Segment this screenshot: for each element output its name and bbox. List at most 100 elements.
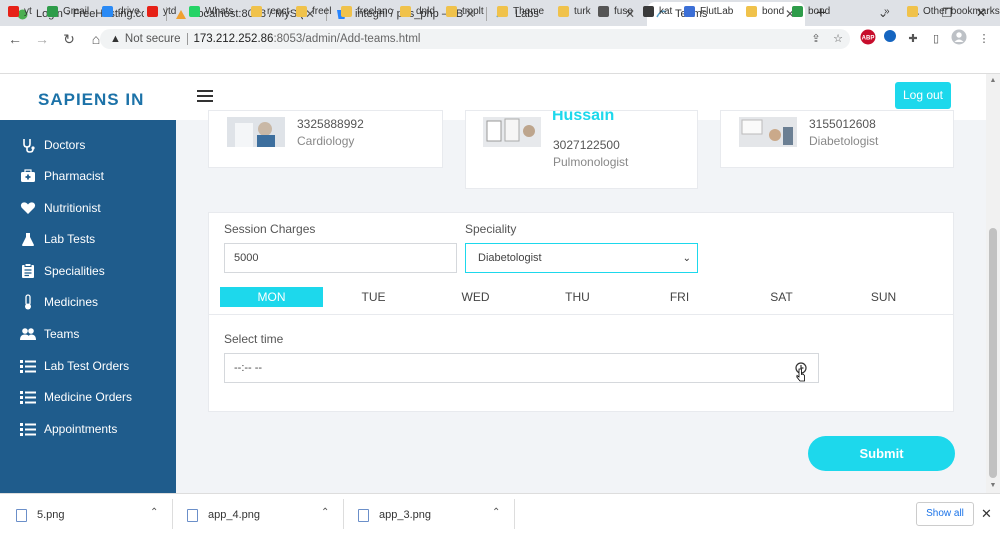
stethoscope-icon [20,137,36,153]
bookmark-freel[interactable]: freel [296,4,331,18]
bookmark-label: freel [312,5,332,17]
sidebar-item-medicines[interactable]: Medicines [20,292,98,312]
day-tab-thu[interactable]: THU [526,287,629,307]
medkit-icon [20,168,36,184]
submit-button[interactable]: Submit [808,436,955,471]
back-icon[interactable]: ← [3,27,27,51]
browser-menu-icon[interactable]: ⋮ [974,29,994,49]
logout-button[interactable]: Log out [895,82,951,109]
day-tab-wed[interactable]: WED [424,287,527,307]
bookmark-label: react [267,5,290,17]
sidebar-item-label: Nutritionist [44,201,101,215]
time-input-value: --:-- -- [234,362,263,374]
reload-icon[interactable]: ↻ [57,27,81,51]
bookmark-flutlab[interactable]: FlutLab [684,4,733,18]
bookmark-favicon-icon [558,5,569,17]
sidebar-item-specialities[interactable]: Specialities [20,261,105,281]
sidebar-item-pharmacist[interactable]: Pharmacist [20,166,104,186]
sidebar-item-label: Lab Tests [44,232,96,246]
bookmark-fuse[interactable]: fuse [598,4,633,18]
bookmark-favicon-icon [47,5,58,17]
doctor-photo [483,117,541,147]
bookmark-label: dnld [416,5,435,17]
bookmark-favicon-icon [296,5,307,17]
chevron-up-icon[interactable]: ⌃ [492,507,500,518]
bookmark-turk[interactable]: turk [558,4,591,18]
doctor-photo [227,117,285,147]
app-logo[interactable]: SAPIENS IN [38,90,144,110]
bookmark-favicon-icon [251,5,262,17]
clipboard-icon [20,263,36,279]
sidebar-item-appointments[interactable]: Appointments [20,419,117,439]
bookmark-bond[interactable]: bond [746,4,784,18]
url-path: :8053/admin/Add-teams.html [273,33,421,45]
bookmark-label: Gmail [63,5,90,17]
scrollbar-thumb[interactable] [989,228,997,478]
bookmark-bond[interactable]: bond [792,4,830,18]
bookmark-favicon-icon [446,5,457,17]
chevron-down-icon[interactable]: ⌄ [868,3,898,23]
bookmark-ytd[interactable]: ytd [147,4,176,18]
sidebar-item-teams[interactable]: Teams [20,324,79,344]
time-input[interactable]: --:-- -- [224,353,819,383]
download-item[interactable]: app_3.png [358,507,431,523]
forward-icon[interactable]: → [30,27,54,51]
session-charges-input[interactable]: 5000 [224,243,457,273]
download-filename: app_4.png [208,509,260,521]
bookmark-label: bond [808,5,831,17]
close-download-bar-icon[interactable]: ✕ [981,506,992,522]
chevron-up-icon[interactable]: ⌃ [321,507,329,518]
extension-circle-icon[interactable] [880,29,900,49]
bookmark-whats[interactable]: Whats [189,4,233,18]
day-tab-fri[interactable]: FRI [628,287,731,307]
days-divider [208,314,954,315]
flask-icon [20,231,36,247]
speciality-select[interactable]: Diabetologist ⌄ [465,243,698,273]
show-all-button[interactable]: Show all [916,502,974,526]
bookmark-label: Whats [205,5,234,17]
other-bookmarks[interactable]: Other bookmarks [907,4,1000,18]
bookmark-react[interactable]: react [251,4,289,18]
extensions-puzzle-icon[interactable]: ✚ [903,29,923,49]
bookmark-theme[interactable]: Theme [497,4,544,18]
day-tab-sun[interactable]: SUN [832,287,935,307]
sidebar-item-nutritionist[interactable]: Nutritionist [20,198,101,218]
side-panel-icon[interactable]: ▯ [926,29,946,49]
day-tab-sat[interactable]: SAT [730,287,833,307]
download-item[interactable]: 5.png [16,507,65,523]
sidebar-item-label: Medicine Orders [44,390,133,404]
scroll-up-arrow-icon[interactable]: ▲ [988,77,998,84]
sidebar-item-doctors[interactable]: Doctors [20,135,85,155]
doctor-photo [739,117,797,147]
star-icon[interactable]: ☆ [828,29,848,49]
bookmark-freelanc[interactable]: freelanc [341,4,393,18]
bookmarks-overflow-icon[interactable]: » [884,4,890,18]
bookmark-kat[interactable]: kat [643,4,672,18]
bookmark-drive[interactable]: drive [102,4,140,18]
bookmark-gmail[interactable]: Gmail [47,4,89,18]
profile-avatar-icon[interactable] [949,29,969,49]
bookmark-dnld[interactable]: dnld [400,4,435,18]
bookmark-favicon-icon [147,5,158,17]
speciality-label: Speciality [465,222,517,236]
address-divider [186,33,188,45]
scroll-down-arrow-icon[interactable]: ▼ [988,482,998,489]
day-tab-tue[interactable]: TUE [322,287,425,307]
bookmark-yt[interactable]: yt [8,4,32,18]
adblock-extension-icon[interactable]: ABP [858,29,878,49]
sidebar-item-lab-test-orders[interactable]: Lab Test Orders [20,356,129,376]
sidebar-item-medicine-orders[interactable]: Medicine Orders [20,387,132,407]
bookmark-label: kat [659,5,673,17]
chevron-up-icon[interactable]: ⌃ [150,507,158,518]
list-icon [20,421,36,437]
sidebar-item-lab-tests[interactable]: Lab Tests [20,229,95,249]
warning-icon[interactable]: ▲ [110,33,121,45]
address-bar[interactable]: ▲ Not secure 173.212.252.86:8053/admin/A… [100,29,850,49]
bookmark-tmplt[interactable]: tmplt [446,4,484,18]
day-tab-mon[interactable]: MON [220,287,323,307]
hamburger-menu-icon[interactable] [197,90,213,104]
security-label[interactable]: Not secure [125,33,181,45]
sidebar-item-label: Specialities [44,264,105,278]
share-icon[interactable]: ⇪ [806,29,826,49]
download-item[interactable]: app_4.png [187,507,260,523]
